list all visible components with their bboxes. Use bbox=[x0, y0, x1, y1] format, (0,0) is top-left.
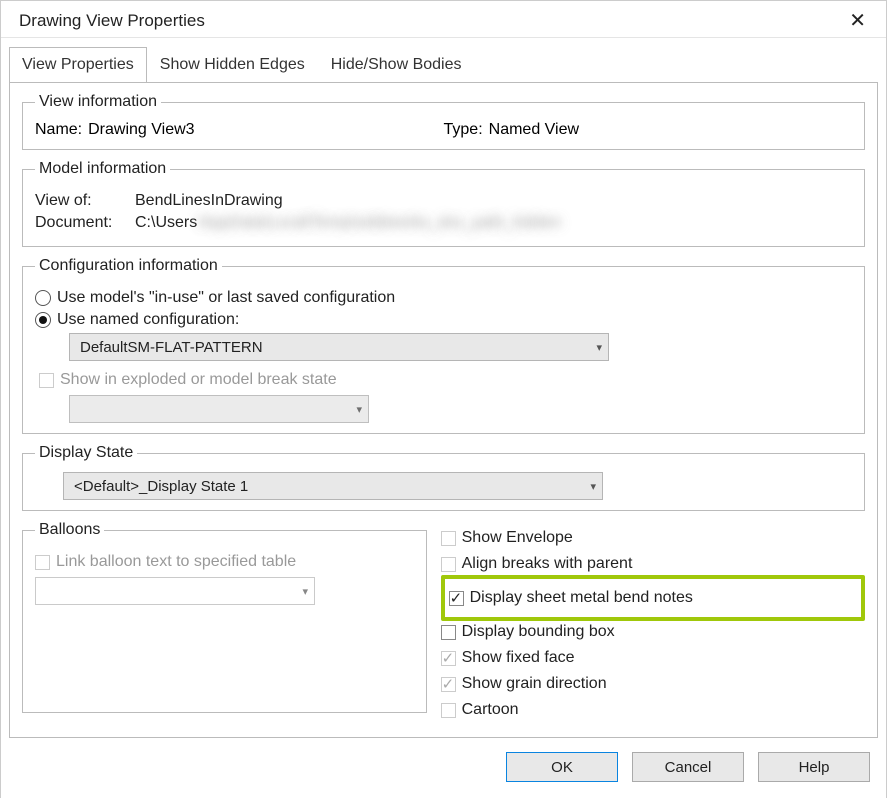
help-button[interactable]: Help bbox=[758, 752, 870, 782]
name-label: Name: bbox=[35, 121, 82, 139]
tab-label: Show Hidden Edges bbox=[160, 56, 305, 73]
bottom-columns: Balloons Link balloon text to specified … bbox=[22, 521, 865, 723]
view-name-col: Name: Drawing View3 bbox=[35, 121, 444, 139]
balloon-table-combo: ▾ bbox=[35, 577, 315, 605]
checkbox-grain-direction bbox=[441, 677, 456, 692]
opt-bounding-box: Display bounding box bbox=[441, 623, 865, 641]
checkbox-bounding-box[interactable] bbox=[441, 625, 456, 640]
balloon-combo-wrap: ▾ bbox=[35, 577, 315, 605]
model-viewof-row: View of: BendLinesInDrawing bbox=[35, 192, 852, 210]
radio-use-named[interactable] bbox=[35, 312, 51, 328]
tab-label: View Properties bbox=[22, 56, 134, 73]
cancel-button[interactable]: Cancel bbox=[632, 752, 744, 782]
opt-grain: Show grain direction bbox=[441, 675, 865, 693]
configuration-combo[interactable]: DefaultSM-FLAT-PATTERN ▾ bbox=[69, 333, 609, 361]
link-balloon-row: Link balloon text to specified table bbox=[35, 553, 414, 571]
view-type-col: Type: Named View bbox=[444, 121, 853, 139]
exploded-label: Show in exploded or model break state bbox=[60, 371, 337, 389]
type-value: Named View bbox=[489, 121, 579, 139]
group-model-information: Model information View of: BendLinesInDr… bbox=[22, 160, 865, 247]
checkbox-cartoon bbox=[441, 703, 456, 718]
legend-model-information: Model information bbox=[35, 160, 170, 178]
chevron-down-icon: ▾ bbox=[596, 341, 602, 354]
checkbox-fixed-face bbox=[441, 651, 456, 666]
dialog-body: View Properties Show Hidden Edges Hide/S… bbox=[1, 37, 886, 798]
display-state-value: <Default>_Display State 1 bbox=[74, 478, 248, 495]
align-breaks-label: Align breaks with parent bbox=[462, 555, 633, 573]
tab-page-view-properties: View information Name: Drawing View3 Typ… bbox=[9, 82, 878, 738]
bounding-box-label: Display bounding box bbox=[462, 623, 615, 641]
tab-bar: View Properties Show Hidden Edges Hide/S… bbox=[1, 38, 886, 82]
balloon-combo-value bbox=[46, 583, 50, 600]
checkbox-align-breaks bbox=[441, 557, 456, 572]
dialog-button-row: OK Cancel Help bbox=[1, 738, 886, 798]
window-title: Drawing View Properties bbox=[19, 11, 205, 31]
checkbox-link-balloon bbox=[35, 555, 50, 570]
opt-sheet-metal: Display sheet metal bend notes bbox=[449, 589, 857, 607]
radio-inuse-label: Use model's "in-use" or last saved confi… bbox=[57, 289, 395, 307]
config-combo-wrap: DefaultSM-FLAT-PATTERN ▾ bbox=[69, 333, 609, 361]
group-display-state: Display State <Default>_Display State 1 … bbox=[22, 444, 865, 511]
radio-named-row: Use named configuration: bbox=[35, 311, 852, 329]
viewof-value: BendLinesInDrawing bbox=[135, 192, 283, 210]
cartoon-label: Cartoon bbox=[462, 701, 519, 719]
display-state-combo[interactable]: <Default>_Display State 1 ▾ bbox=[63, 472, 603, 500]
display-state-combo-wrap: <Default>_Display State 1 ▾ bbox=[63, 472, 603, 500]
show-envelope-label: Show Envelope bbox=[462, 529, 573, 547]
radio-named-label: Use named configuration: bbox=[57, 311, 239, 329]
ok-label: OK bbox=[551, 759, 573, 776]
view-info-row: Name: Drawing View3 Type: Named View bbox=[35, 121, 852, 139]
exploded-combo-value bbox=[80, 401, 84, 418]
radio-inuse-row: Use model's "in-use" or last saved confi… bbox=[35, 289, 852, 307]
display-options: Show Envelope Align breaks with parent D… bbox=[441, 521, 865, 723]
viewof-label: View of: bbox=[35, 192, 135, 210]
document-value: C:\Users\AppData\Local\Temp\solidworks_d… bbox=[135, 214, 561, 232]
exploded-row: Show in exploded or model break state bbox=[39, 371, 852, 389]
fixed-face-label: Show fixed face bbox=[462, 649, 575, 667]
opt-align-breaks: Align breaks with parent bbox=[441, 555, 865, 573]
chevron-down-icon: ▾ bbox=[590, 480, 596, 493]
sheet-metal-label: Display sheet metal bend notes bbox=[470, 589, 693, 607]
ok-button[interactable]: OK bbox=[506, 752, 618, 782]
model-document-row: Document: C:\Users\AppData\Local\Temp\so… bbox=[35, 214, 852, 232]
document-label: Document: bbox=[35, 214, 135, 232]
help-label: Help bbox=[799, 759, 830, 776]
checkbox-sheet-metal-bend-notes[interactable] bbox=[449, 591, 464, 606]
legend-balloons: Balloons bbox=[35, 521, 104, 539]
exploded-combo: ▾ bbox=[69, 395, 369, 423]
legend-view-information: View information bbox=[35, 93, 161, 111]
group-configuration-information: Configuration information Use model's "i… bbox=[22, 257, 865, 434]
name-value: Drawing View3 bbox=[88, 121, 194, 139]
legend-display-state: Display State bbox=[35, 444, 137, 462]
tab-label: Hide/Show Bodies bbox=[331, 56, 462, 73]
checkbox-exploded bbox=[39, 373, 54, 388]
title-bar: Drawing View Properties ✕ bbox=[1, 1, 886, 37]
group-view-information: View information Name: Drawing View3 Typ… bbox=[22, 93, 865, 150]
checkbox-show-envelope bbox=[441, 531, 456, 546]
radio-use-inuse[interactable] bbox=[35, 290, 51, 306]
exploded-combo-wrap: ▾ bbox=[69, 395, 369, 423]
group-balloons: Balloons Link balloon text to specified … bbox=[22, 521, 427, 713]
dialog-window: Drawing View Properties ✕ View Propertie… bbox=[0, 0, 887, 798]
opt-cartoon: Cartoon bbox=[441, 701, 865, 719]
tab-show-hidden-edges[interactable]: Show Hidden Edges bbox=[147, 47, 318, 82]
chevron-down-icon: ▾ bbox=[302, 585, 308, 598]
tab-hide-show-bodies[interactable]: Hide/Show Bodies bbox=[318, 47, 475, 82]
link-balloon-label: Link balloon text to specified table bbox=[56, 553, 296, 571]
configuration-combo-value: DefaultSM-FLAT-PATTERN bbox=[80, 339, 263, 356]
type-label: Type: bbox=[444, 121, 483, 139]
highlighted-option: Display sheet metal bend notes bbox=[441, 575, 865, 621]
tab-view-properties[interactable]: View Properties bbox=[9, 47, 147, 83]
cancel-label: Cancel bbox=[665, 759, 712, 776]
opt-fixed-face: Show fixed face bbox=[441, 649, 865, 667]
legend-configuration-information: Configuration information bbox=[35, 257, 222, 275]
grain-label: Show grain direction bbox=[462, 675, 607, 693]
chevron-down-icon: ▾ bbox=[356, 403, 362, 416]
opt-show-envelope: Show Envelope bbox=[441, 529, 865, 547]
document-path-blurred: \AppData\Local\Temp\solidworks_doc_path_… bbox=[197, 214, 561, 231]
document-path-visible: C:\Users bbox=[135, 214, 197, 231]
close-icon[interactable]: ✕ bbox=[843, 11, 872, 31]
